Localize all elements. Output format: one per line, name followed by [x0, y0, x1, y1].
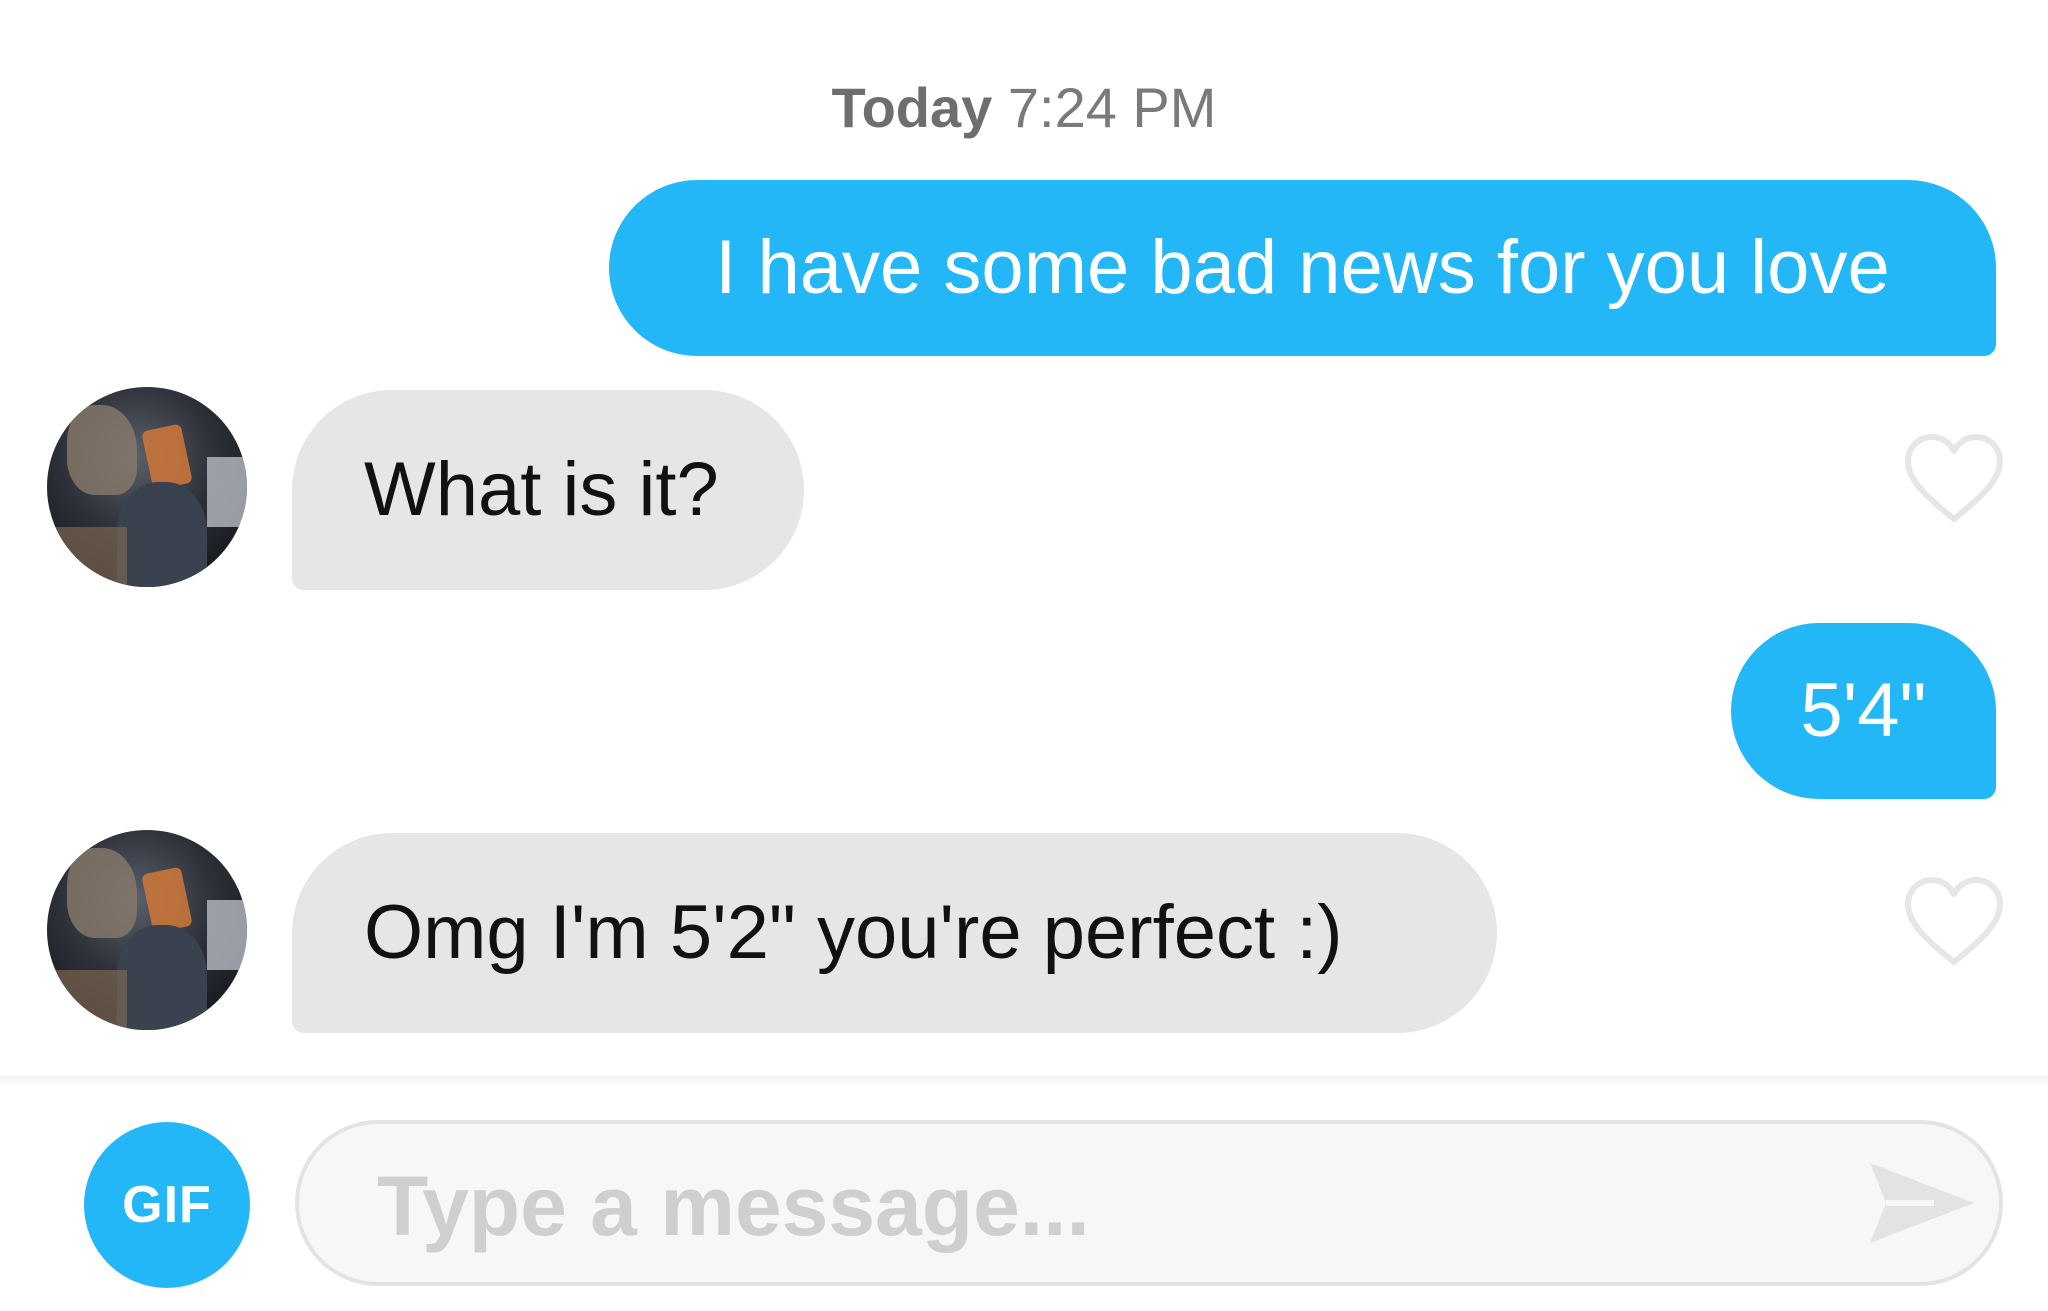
conversation-timestamp: Today 7:24 PM — [0, 72, 2048, 144]
outgoing-message-bubble[interactable]: 5'4" — [1731, 623, 1996, 799]
timestamp-day: Today — [831, 76, 993, 139]
message-text: What is it? — [364, 447, 719, 532]
incoming-message-bubble[interactable]: What is it? — [292, 390, 804, 590]
match-avatar[interactable] — [47, 830, 247, 1030]
message-text: Omg I'm 5'2" you're perfect :) — [364, 890, 1343, 975]
match-avatar[interactable] — [47, 387, 247, 587]
outgoing-message-bubble[interactable]: I have some bad news for you love — [609, 180, 1996, 356]
gif-button[interactable]: GIF — [84, 1122, 250, 1288]
incoming-message-bubble[interactable]: Omg I'm 5'2" you're perfect :) — [292, 833, 1497, 1033]
gif-button-label: GIF — [122, 1176, 212, 1234]
send-icon[interactable] — [1864, 1155, 1980, 1251]
message-input[interactable] — [375, 1142, 1779, 1270]
like-heart-icon[interactable] — [1904, 433, 2004, 525]
message-text: I have some bad news for you love — [715, 225, 1890, 310]
timestamp-time: 7:24 PM — [1007, 76, 1217, 139]
composer-divider — [0, 1076, 2048, 1084]
message-text: 5'4" — [1800, 668, 1927, 753]
chat-screen: Today 7:24 PM I have some bad news for y… — [0, 0, 2048, 1311]
message-input-container[interactable] — [295, 1120, 2003, 1286]
like-heart-icon[interactable] — [1904, 876, 2004, 968]
